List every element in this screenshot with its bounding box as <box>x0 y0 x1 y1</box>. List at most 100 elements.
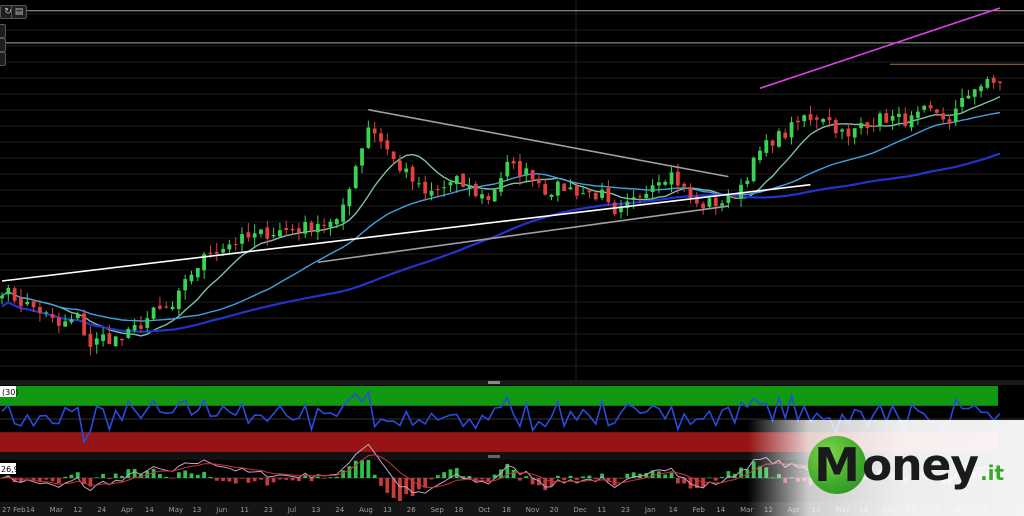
candle-down <box>265 227 270 239</box>
x-tick-label: 11 <box>597 506 606 514</box>
candle-down <box>682 183 687 187</box>
candle-up <box>227 244 232 250</box>
candle-up <box>189 274 194 282</box>
candle-up <box>972 89 977 97</box>
candles <box>0 74 1002 356</box>
price-grid <box>0 0 1024 380</box>
candle-up <box>669 172 674 185</box>
macd-bar-down <box>252 478 257 482</box>
macd-bar-down <box>322 478 327 479</box>
candle-up <box>758 150 762 161</box>
chart-screen: (30) 26,9) 27 Feb 14 Mar 12 24 Apr 14 May 13 Jun 11 2… <box>0 0 1024 516</box>
candle-down <box>107 333 112 345</box>
macd-bar-down <box>44 478 49 480</box>
candle-down <box>486 196 491 201</box>
macd-bar-down <box>385 478 390 493</box>
splitter-handle <box>488 381 500 384</box>
macd-bar-up <box>511 469 516 478</box>
candle-down <box>593 192 598 200</box>
candle-up <box>278 230 282 237</box>
candle-down <box>473 183 478 197</box>
candle-down <box>214 251 219 254</box>
panel-splitter <box>0 380 1024 385</box>
candle-up <box>985 79 990 88</box>
macd-bar-up <box>75 472 80 478</box>
candle-up <box>739 184 743 199</box>
candle-up <box>960 97 964 107</box>
macd-bar-down <box>612 478 617 486</box>
candle-up <box>581 193 586 195</box>
macd-bar-down <box>398 478 402 502</box>
macd-bar-down <box>309 478 314 482</box>
candle-down <box>688 186 693 199</box>
panel-button-1[interactable] <box>0 24 6 38</box>
x-tick-label: May <box>169 506 183 514</box>
candle-up <box>404 168 409 173</box>
candle-up <box>347 189 352 207</box>
macd-bar-up <box>151 468 156 478</box>
candle-down <box>998 81 1002 83</box>
candle-up <box>145 318 150 328</box>
candle-up <box>328 221 333 228</box>
candle-up <box>897 113 901 117</box>
x-tick-label: 18 <box>454 506 463 514</box>
rsi-zone-green <box>0 386 998 406</box>
candle-up <box>720 203 724 206</box>
panel-button-2[interactable] <box>0 38 6 52</box>
macd-bar-up <box>101 473 105 478</box>
macd-bar-up <box>524 476 529 478</box>
candle-down <box>587 190 592 193</box>
x-tick-label: 26 <box>407 506 416 514</box>
macd-bar-up <box>113 473 118 478</box>
chart-settings-button[interactable]: ▤ <box>11 5 27 19</box>
macd-bar-down <box>574 478 579 481</box>
macd-bar-up <box>366 460 371 478</box>
candle-down <box>31 301 36 308</box>
x-tick-label: Jan <box>644 506 656 514</box>
candle-up <box>334 219 339 225</box>
candle-up <box>966 95 971 99</box>
x-tick-label: Apr <box>121 506 133 514</box>
candle-down <box>574 185 579 196</box>
candle-up <box>707 198 712 207</box>
candle-up <box>315 223 320 233</box>
panel-button-3[interactable] <box>0 52 6 66</box>
x-tick-label: 24 <box>97 506 106 514</box>
macd-bar-down <box>518 478 522 481</box>
x-tick-label: Sep <box>431 506 445 514</box>
candle-up <box>195 268 200 278</box>
candle-up <box>132 325 137 331</box>
candle-up <box>176 290 181 309</box>
macd-bar-down <box>265 478 270 486</box>
macd-bar-up <box>442 472 447 478</box>
candle-up <box>6 287 11 295</box>
x-tick-label: Aug <box>359 506 373 514</box>
candle-down <box>423 181 428 194</box>
macd-bar-down <box>284 478 289 480</box>
candle-down <box>713 197 718 207</box>
candle-up <box>454 176 459 184</box>
candle-down <box>296 228 301 233</box>
candle-up <box>922 105 927 110</box>
macd-bar-down <box>619 478 623 479</box>
candle-down <box>884 113 889 123</box>
rsi-label: (30) <box>2 388 18 397</box>
candle-down <box>435 189 440 191</box>
macd-bar-down <box>593 478 598 480</box>
candle-up <box>252 233 257 238</box>
candle-down <box>675 171 680 186</box>
x-tick-label: 14 <box>145 506 154 514</box>
macd-bar-up <box>164 476 169 478</box>
candle-down <box>461 173 465 187</box>
candle-up <box>183 279 188 291</box>
macd-bar-up <box>120 475 124 478</box>
candle-up <box>549 194 554 197</box>
candle-up <box>600 189 604 198</box>
candle-down <box>391 151 396 160</box>
macd-bar-down <box>379 478 383 486</box>
macd-bar-up <box>555 475 560 478</box>
candle-up <box>657 182 661 186</box>
splitter-handle-2 <box>488 455 500 458</box>
candle-up <box>745 180 750 185</box>
candle-down <box>50 314 55 318</box>
